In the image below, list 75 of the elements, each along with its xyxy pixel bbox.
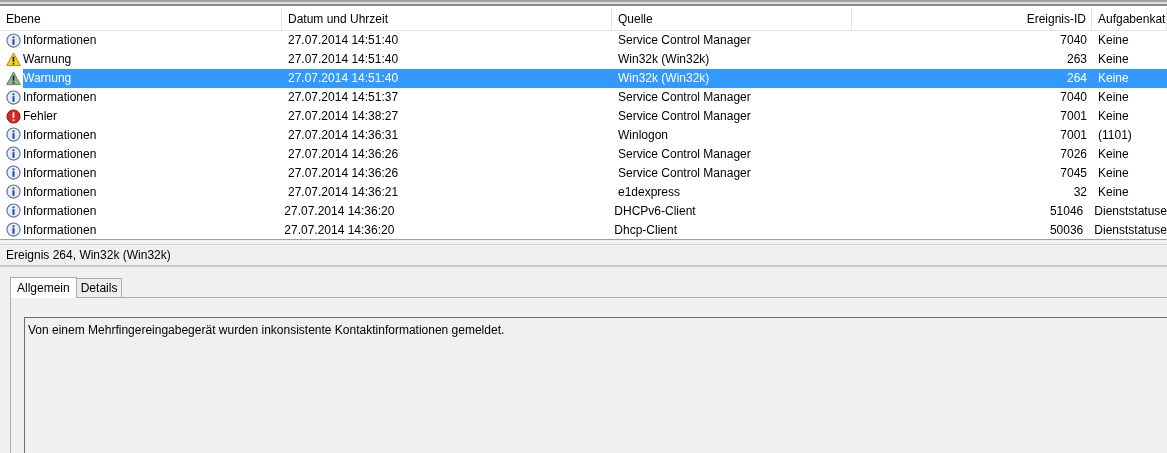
table-cell-text: Informationen — [23, 183, 98, 201]
table-cell-text: Informationen — [23, 126, 98, 144]
table-cell-text: 27.07.2014 14:36:20 — [283, 202, 396, 220]
column-header[interactable]: Ebene — [0, 8, 282, 30]
table-cell-text: 263 — [1065, 51, 1088, 69]
tab[interactable]: Details — [76, 278, 123, 297]
table-cell-text: Keine — [1097, 145, 1130, 163]
table-cell-text: Dhcp-Client — [613, 221, 678, 239]
table-cell-text: Keine — [1097, 32, 1130, 50]
table-cell-text: Informationen — [23, 89, 98, 107]
table-cell-text: 27.07.2014 14:51:40 — [287, 32, 400, 50]
table-cell-text: Keine — [1097, 164, 1130, 182]
info-icon — [6, 127, 21, 143]
info-icon — [6, 184, 21, 200]
table-cell: Warnung — [23, 68, 282, 88]
details-title: Ereignis 264, Win32k (Win32k) — [6, 247, 171, 264]
table-cell-text: 27.07.2014 14:36:20 — [283, 221, 396, 239]
table-cell-text: Win32k (Win32k) — [617, 51, 711, 69]
column-header[interactable]: Quelle — [612, 8, 852, 30]
table-cell-text: (1101) — [1097, 126, 1133, 144]
table-cell-text: 7045 — [1059, 164, 1088, 182]
table-cell-text: 27.07.2014 14:51:37 — [287, 89, 400, 107]
info-icon — [6, 222, 21, 238]
table-cell-text: Service Control Manager — [617, 32, 752, 50]
table-cell-text: 32 — [1072, 183, 1088, 201]
table-cell-text: 51046 — [1048, 202, 1085, 220]
table-cell-text: Informationen — [23, 32, 98, 50]
info-icon — [6, 165, 21, 181]
column-header[interactable]: Aufgabenkat — [1092, 8, 1167, 30]
table-cell-text: 27.07.2014 14:36:21 — [287, 183, 400, 201]
table-cell-text: 7001 — [1059, 108, 1088, 126]
table-cell-text: 27.07.2014 14:38:27 — [287, 108, 400, 126]
table-cell-text: Winlogon — [617, 126, 670, 144]
column-header[interactable]: Ereignis-ID — [852, 8, 1092, 30]
table-cell-text: DHCPv6-Client — [613, 202, 697, 220]
table-cell-text: Fehler — [23, 108, 58, 126]
warning-icon — [6, 51, 21, 67]
table-cell-text: 27.07.2014 14:36:31 — [287, 126, 400, 144]
table-cell-text: Keine — [1097, 183, 1130, 201]
table-cell-text: Warnung — [23, 51, 73, 69]
table-cell-text: Keine — [1097, 51, 1130, 69]
table-cell-text: Service Control Manager — [617, 89, 752, 107]
table-cell-text: Informationen — [23, 164, 98, 182]
table-cell-text: 7001 — [1059, 126, 1088, 144]
table-cell-text: Dienststatuse — [1093, 221, 1167, 239]
table-cell-text: 27.07.2014 14:51:40 — [287, 70, 400, 88]
table-cell-text: 7040 — [1059, 32, 1088, 50]
table-cell-text: Keine — [1097, 70, 1130, 88]
event-message: Von einem Mehrfingereingabegerät wurden inkonsistente Kontaktinformationen gemeldet. — [28, 323, 505, 337]
info-icon — [6, 89, 21, 105]
table-cell-text: Informationen — [23, 145, 98, 163]
info-icon — [6, 146, 21, 162]
table-cell-text: Service Control Manager — [617, 108, 752, 126]
table-cell-text: Service Control Manager — [617, 164, 752, 182]
table-cell-text: Win32k (Win32k) — [617, 70, 711, 88]
table-cell-text: e1dexpress — [617, 183, 682, 201]
info-icon — [6, 203, 21, 219]
table-cell-text: 7026 — [1059, 145, 1088, 163]
table-cell-text: 7040 — [1059, 89, 1088, 107]
table-cell-text: Informationen — [23, 202, 98, 220]
table-cell-text: 264 — [1065, 70, 1088, 88]
table-cell-text: 50036 — [1048, 221, 1085, 239]
tab[interactable]: Allgemein — [10, 277, 77, 298]
table-cell-text: 27.07.2014 14:36:26 — [287, 164, 400, 182]
table-cell-text: Service Control Manager — [617, 145, 752, 163]
table-cell-text: Dienststatuse — [1093, 202, 1167, 220]
table-cell-text: Informationen — [23, 221, 98, 239]
table-cell-text: Keine — [1097, 108, 1130, 126]
info-icon — [6, 32, 21, 48]
table-cell-text: 27.07.2014 14:51:40 — [287, 51, 400, 69]
table-cell-text: Keine — [1097, 89, 1130, 107]
error-icon — [6, 108, 21, 124]
column-header[interactable]: Datum und Uhrzeit — [282, 8, 612, 30]
table-cell-text: 27.07.2014 14:36:26 — [287, 145, 400, 163]
warning-icon — [6, 70, 21, 86]
